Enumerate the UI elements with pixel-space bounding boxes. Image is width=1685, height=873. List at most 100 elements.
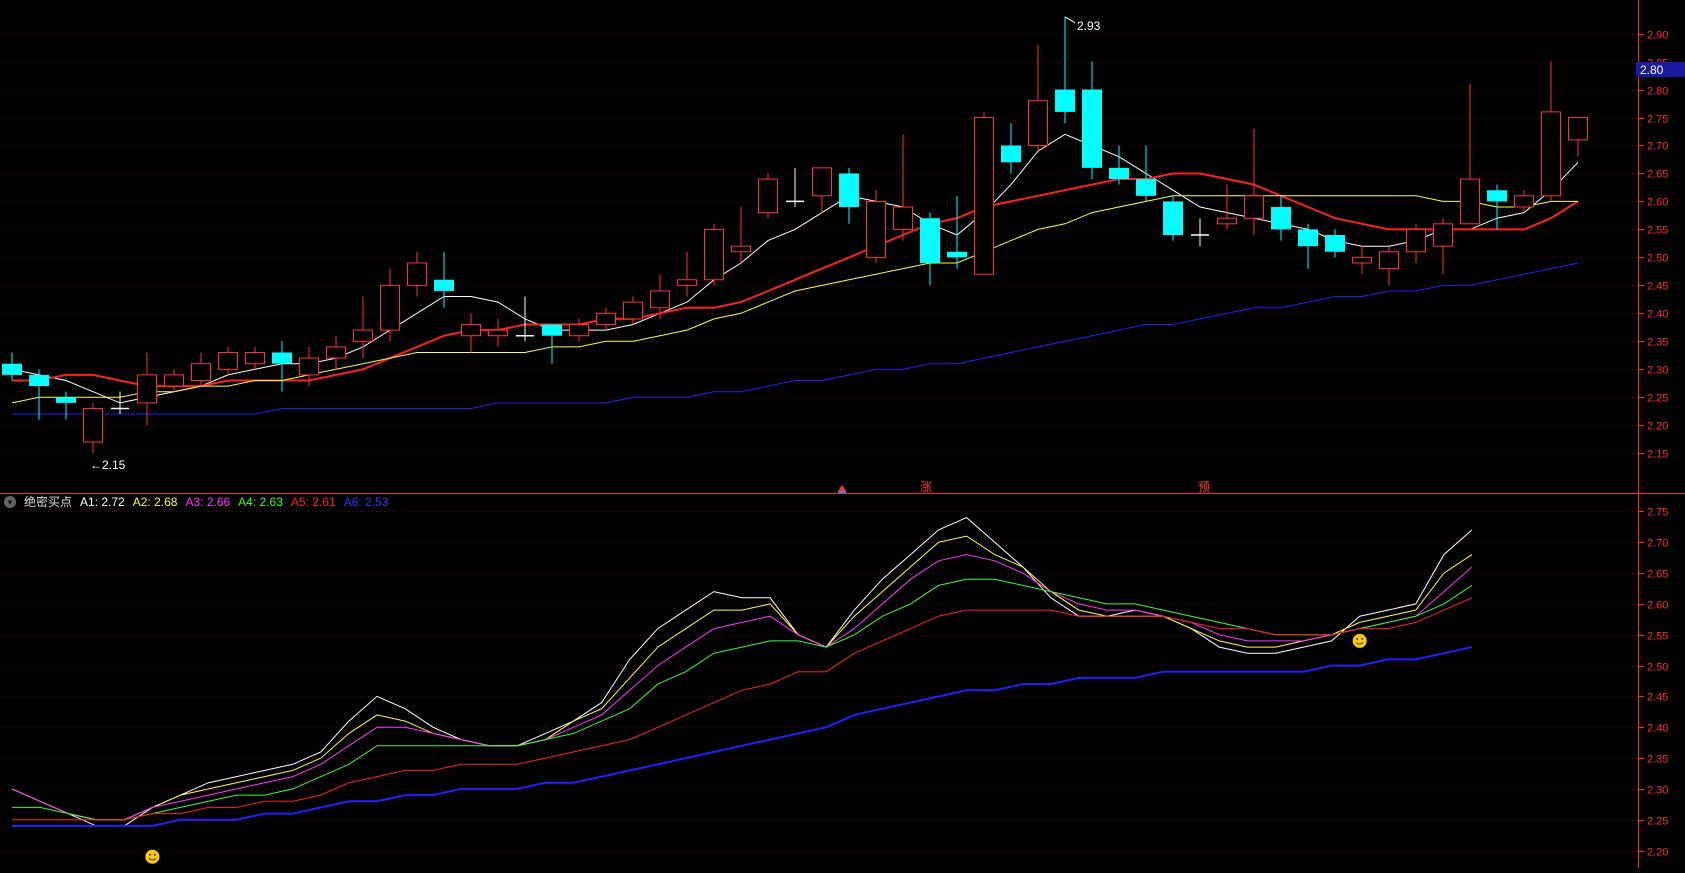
legend-item-a5: A5: 2.61: [291, 494, 336, 510]
candle-body: [29, 374, 49, 387]
indicator-legend: ▾ 绝密买点 A1: 2.72 A2: 2.68 A3: 2.66 A4: 2.63 A…: [4, 494, 388, 510]
candle-body: [1325, 235, 1345, 252]
legend-label: A4:: [238, 495, 260, 509]
candle-body: [650, 290, 670, 309]
candle-body: [461, 324, 481, 337]
price-tick-label: 2.80: [1647, 86, 1668, 98]
indicator-tick-label: 2.40: [1647, 723, 1668, 735]
indicator-tick-label: 2.55: [1647, 631, 1668, 643]
price-tick-label: 2.70: [1647, 141, 1668, 153]
candle-body: [353, 329, 373, 342]
price-tick-label: 2.65: [1647, 169, 1668, 181]
smiley-icon: [145, 849, 160, 864]
legend-item-a1: A1: 2.72: [80, 494, 125, 510]
candle[interactable]: [758, 173, 778, 219]
candle-body: [2, 363, 22, 375]
candle-body: [488, 329, 508, 337]
legend-value: 2.63: [259, 495, 283, 509]
legend-value: 2.66: [206, 495, 231, 509]
indicator-tick-label: 2.75: [1647, 507, 1668, 519]
candle-body: [434, 279, 454, 291]
indicator-name: 绝密买点: [24, 495, 73, 509]
price-tick-label: 2.50: [1647, 253, 1668, 265]
candle-body: [218, 352, 238, 370]
candle-body: [1136, 179, 1156, 196]
current-price-label: 2.80: [1640, 63, 1664, 77]
candle-body: [1109, 167, 1129, 180]
candle-body: [542, 324, 562, 336]
legend-value: 2.53: [364, 495, 389, 509]
current-price-tag: 2.80: [1636, 62, 1685, 77]
candle-body: [623, 301, 643, 320]
candle-body: [1379, 251, 1399, 270]
indicator-tick-label: 2.70: [1647, 538, 1668, 550]
chart-canvas[interactable]: 2.15 2.20 2.25 2.30 2.35 2.40 2.45 2.50 2.55 2.60…: [0, 0, 1685, 868]
candle-body: [299, 357, 319, 376]
candle-body: [1352, 256, 1372, 264]
candle-body: [1082, 89, 1102, 168]
candle-body: [1001, 145, 1021, 163]
indicator-tick-label: 2.35: [1647, 754, 1668, 766]
chevron-down-icon[interactable]: ▾: [4, 496, 16, 508]
legend-item-a4: A4: 2.63: [238, 494, 283, 510]
legend-label: A1:: [80, 495, 102, 509]
arrow-base: [838, 491, 846, 493]
price-tick-label: 2.90: [1647, 30, 1668, 42]
price-tick-label: 2.55: [1647, 225, 1668, 237]
candle-body: [1541, 111, 1561, 197]
stock-chart-window: 2.15 2.20 2.25 2.30 2.35 2.40 2.45 2.50 2.55 2.60…: [0, 0, 1685, 868]
candle-body: [866, 200, 886, 258]
indicator-tick-label: 2.45: [1647, 692, 1668, 704]
candle-body: [1433, 223, 1453, 247]
indicator-legend-items: A1: 2.72 A2: 2.68 A3: 2.66 A4: 2.63 A5: 2.61…: [80, 494, 388, 510]
candle-body: [947, 251, 967, 258]
smiley-eye: [1356, 637, 1359, 640]
signal-marker-yu: 预: [1198, 480, 1210, 494]
smiley-icon: [1352, 633, 1367, 648]
candle-body: [758, 178, 778, 214]
candle-body: [920, 218, 940, 263]
price-tick-label: 2.40: [1647, 309, 1668, 321]
high-price-label: 2.93: [1077, 19, 1101, 33]
candle-body: [1163, 201, 1183, 235]
candle-body: [380, 284, 400, 331]
low-price-label: ←2.15: [90, 458, 126, 472]
candle-body: [974, 117, 994, 275]
candle-body: [677, 279, 697, 286]
candle-body: [272, 352, 292, 364]
candle-body: [704, 228, 724, 281]
candle-body: [191, 363, 211, 381]
candle-body: [83, 407, 103, 443]
candle-body: [893, 206, 913, 230]
legend-value: 2.61: [312, 495, 336, 509]
candle[interactable]: [704, 223, 724, 286]
smiley-face: [145, 849, 160, 864]
price-tick-label: 2.45: [1647, 281, 1668, 293]
indicator-tick-label: 2.30: [1647, 785, 1668, 797]
candle-body: [1217, 217, 1237, 225]
candle-body: [407, 262, 427, 286]
legend-label: A3:: [185, 495, 207, 509]
candle[interactable]: [974, 111, 994, 275]
price-tick-label: 2.25: [1647, 393, 1668, 405]
candle-body: [569, 324, 589, 337]
candle-body: [1487, 190, 1507, 202]
candle-body: [1244, 195, 1264, 219]
legend-label: A6:: [343, 495, 365, 509]
candle-body: [1568, 117, 1588, 141]
candle[interactable]: [866, 190, 886, 263]
candle-body: [1514, 195, 1534, 208]
smiley-face: [1352, 633, 1367, 648]
legend-item-a6: A6: 2.53: [344, 494, 389, 510]
candle-body: [1460, 178, 1480, 225]
candle-body: [1298, 229, 1318, 247]
indicator-tick-label: 2.60: [1647, 600, 1668, 612]
price-tick-label: 2.15: [1647, 449, 1668, 461]
candle-body: [1406, 228, 1426, 253]
smiley-eye: [1361, 637, 1364, 640]
price-tick-label: 2.35: [1647, 337, 1668, 349]
candle[interactable]: [1163, 195, 1183, 241]
candle-body: [596, 312, 616, 326]
candle-body: [839, 173, 859, 208]
indicator-tick-label: 2.65: [1647, 569, 1668, 581]
